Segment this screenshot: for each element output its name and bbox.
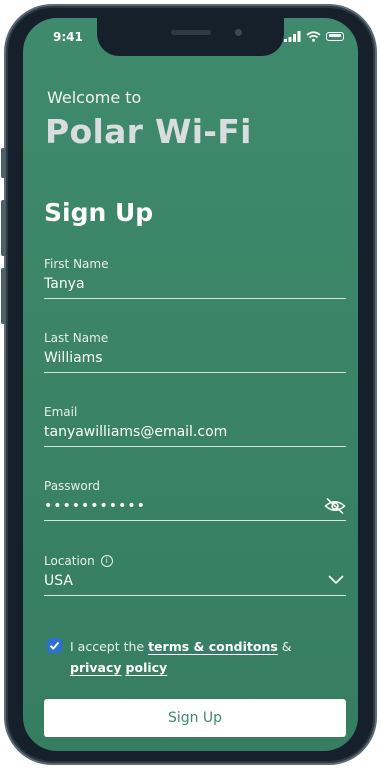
last-name-underline bbox=[44, 372, 346, 373]
signup-heading: Sign Up bbox=[44, 198, 154, 227]
location-field[interactable]: Location i USA bbox=[44, 554, 346, 596]
email-input[interactable]: tanyawilliams@email.com bbox=[44, 424, 346, 440]
mute-switch bbox=[1, 148, 6, 178]
status-icons bbox=[284, 30, 344, 42]
volume-up-button bbox=[1, 200, 6, 256]
chevron-down-icon[interactable] bbox=[328, 575, 344, 584]
location-label: Location bbox=[44, 554, 95, 568]
terms-row: I accept the terms & conditons & privacy… bbox=[47, 636, 337, 678]
volume-down-button bbox=[1, 268, 6, 324]
eye-off-icon[interactable] bbox=[324, 497, 346, 515]
signal-icon bbox=[284, 30, 301, 42]
terms-link[interactable]: terms & conditons bbox=[148, 639, 278, 654]
email-underline bbox=[44, 446, 346, 447]
password-label: Password bbox=[44, 479, 101, 493]
email-label: Email bbox=[44, 405, 78, 419]
speaker bbox=[171, 30, 211, 35]
first-name-field[interactable]: First Name Tanya bbox=[44, 257, 346, 299]
notch bbox=[97, 18, 284, 56]
privacy-link-continued[interactable]: policy bbox=[126, 660, 168, 675]
app-screen: 9:41 Welcome to Polar Wi-Fi Sign Up Firs… bbox=[23, 18, 358, 751]
welcome-text: Welcome to bbox=[47, 88, 142, 107]
camera bbox=[235, 29, 242, 36]
password-underline bbox=[44, 520, 346, 521]
status-time: 9:41 bbox=[53, 30, 83, 44]
location-underline bbox=[44, 595, 346, 596]
last-name-input[interactable]: Williams bbox=[44, 350, 346, 366]
terms-joiner: & bbox=[281, 639, 292, 654]
app-title: Polar Wi-Fi bbox=[45, 112, 252, 151]
info-icon[interactable]: i bbox=[100, 555, 113, 567]
privacy-link[interactable]: privacy bbox=[70, 660, 122, 675]
password-input[interactable]: ••••••••••• bbox=[44, 498, 346, 514]
location-label-row: Location i bbox=[44, 554, 346, 568]
signup-button[interactable]: Sign Up bbox=[44, 699, 346, 737]
battery-icon bbox=[326, 31, 344, 41]
first-name-underline bbox=[44, 298, 346, 299]
terms-text: I accept the terms & conditons & privacy… bbox=[70, 636, 337, 678]
location-select[interactable]: USA bbox=[44, 573, 346, 589]
checkmark-icon bbox=[49, 641, 60, 650]
first-name-input[interactable]: Tanya bbox=[44, 276, 346, 292]
wifi-icon bbox=[306, 30, 321, 42]
last-name-label: Last Name bbox=[44, 331, 109, 345]
password-field[interactable]: Password ••••••••••• bbox=[44, 479, 346, 521]
email-field[interactable]: Email tanyawilliams@email.com bbox=[44, 405, 346, 447]
last-name-field[interactable]: Last Name Williams bbox=[44, 331, 346, 373]
first-name-label: First Name bbox=[44, 257, 109, 271]
terms-checkbox[interactable] bbox=[47, 638, 62, 653]
terms-prefix: I accept the bbox=[70, 639, 145, 654]
